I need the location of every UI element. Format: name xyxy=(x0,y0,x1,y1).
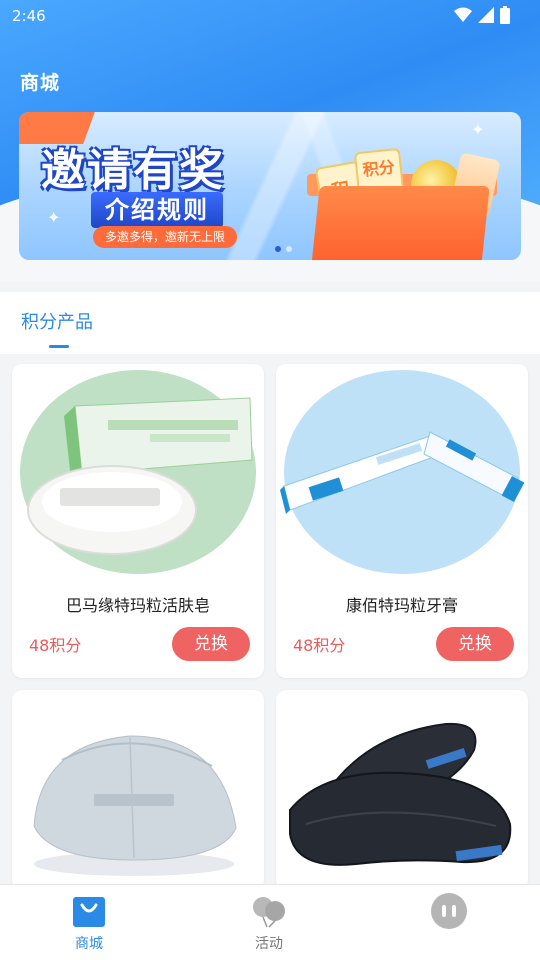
product-name: 巴马缘特玛粒活肤皂 xyxy=(65,596,210,615)
banner-pagination xyxy=(275,246,292,252)
nav-item-shop[interactable]: 商城 xyxy=(44,893,134,953)
toothpaste-product-image xyxy=(280,431,525,514)
bottom-nav: 商城 活动 xyxy=(0,884,540,960)
product-points: 48积分 xyxy=(293,636,346,655)
tab-points-products[interactable]: 积分产品 xyxy=(21,308,93,334)
product-card[interactable] xyxy=(276,690,528,890)
status-time: 2:46 xyxy=(12,7,46,25)
tab-indicator xyxy=(49,345,69,348)
shop-bag-icon xyxy=(69,893,109,929)
nav-item-activity[interactable]: 活动 xyxy=(224,893,314,953)
banner-tagline: 多邀多得，邀新无上限 xyxy=(93,226,238,248)
product-name: 康佰特玛粒牙膏 xyxy=(345,596,458,615)
status-bar: 2:46 xyxy=(0,0,540,32)
gift-box-icon xyxy=(310,186,490,260)
promo-banner[interactable]: 邀请有奖 介绍规则 多邀多得，邀新无上限 积 积分 ✦ ✦ xyxy=(19,112,521,260)
balloons-icon xyxy=(249,893,289,929)
sparkle-icon: ✦ xyxy=(471,120,485,139)
banner-title: 邀请有奖 xyxy=(41,145,225,196)
nav-label-activity: 活动 xyxy=(255,936,283,952)
cap-product-image xyxy=(33,735,237,876)
nav-item-profile[interactable] xyxy=(404,893,494,933)
profile-icon xyxy=(429,893,469,929)
product-card[interactable]: 康佰特玛粒牙膏 48积分 兑换 xyxy=(276,364,528,678)
product-points: 48积分 xyxy=(29,636,82,655)
page-title: 商城 xyxy=(20,72,61,94)
banner-subtitle: 介绍规则 xyxy=(91,192,223,228)
status-icons xyxy=(454,6,510,24)
product-card[interactable] xyxy=(12,690,264,890)
wifi-icon xyxy=(454,7,472,22)
pagination-dot xyxy=(286,246,292,252)
exchange-button[interactable]: 兑换 xyxy=(436,627,514,661)
eye-mask-product-image xyxy=(289,722,512,866)
sparkle-icon: ✦ xyxy=(47,208,61,227)
soap-product-image xyxy=(27,397,253,555)
exchange-button[interactable]: 兑换 xyxy=(172,627,250,661)
battery-icon xyxy=(500,6,510,24)
section-tabs: 积分产品 xyxy=(0,292,540,354)
header: 2:46 商城 邀请有奖 介绍规则 多邀多得，邀新无上限 积 积分 ✦ ✦ xyxy=(0,0,540,282)
nav-label-shop: 商城 xyxy=(75,936,103,952)
pagination-dot-active xyxy=(275,246,281,252)
product-card[interactable]: 巴马缘特玛粒活肤皂 48积分 兑换 xyxy=(12,364,264,678)
signal-icon xyxy=(478,7,494,23)
